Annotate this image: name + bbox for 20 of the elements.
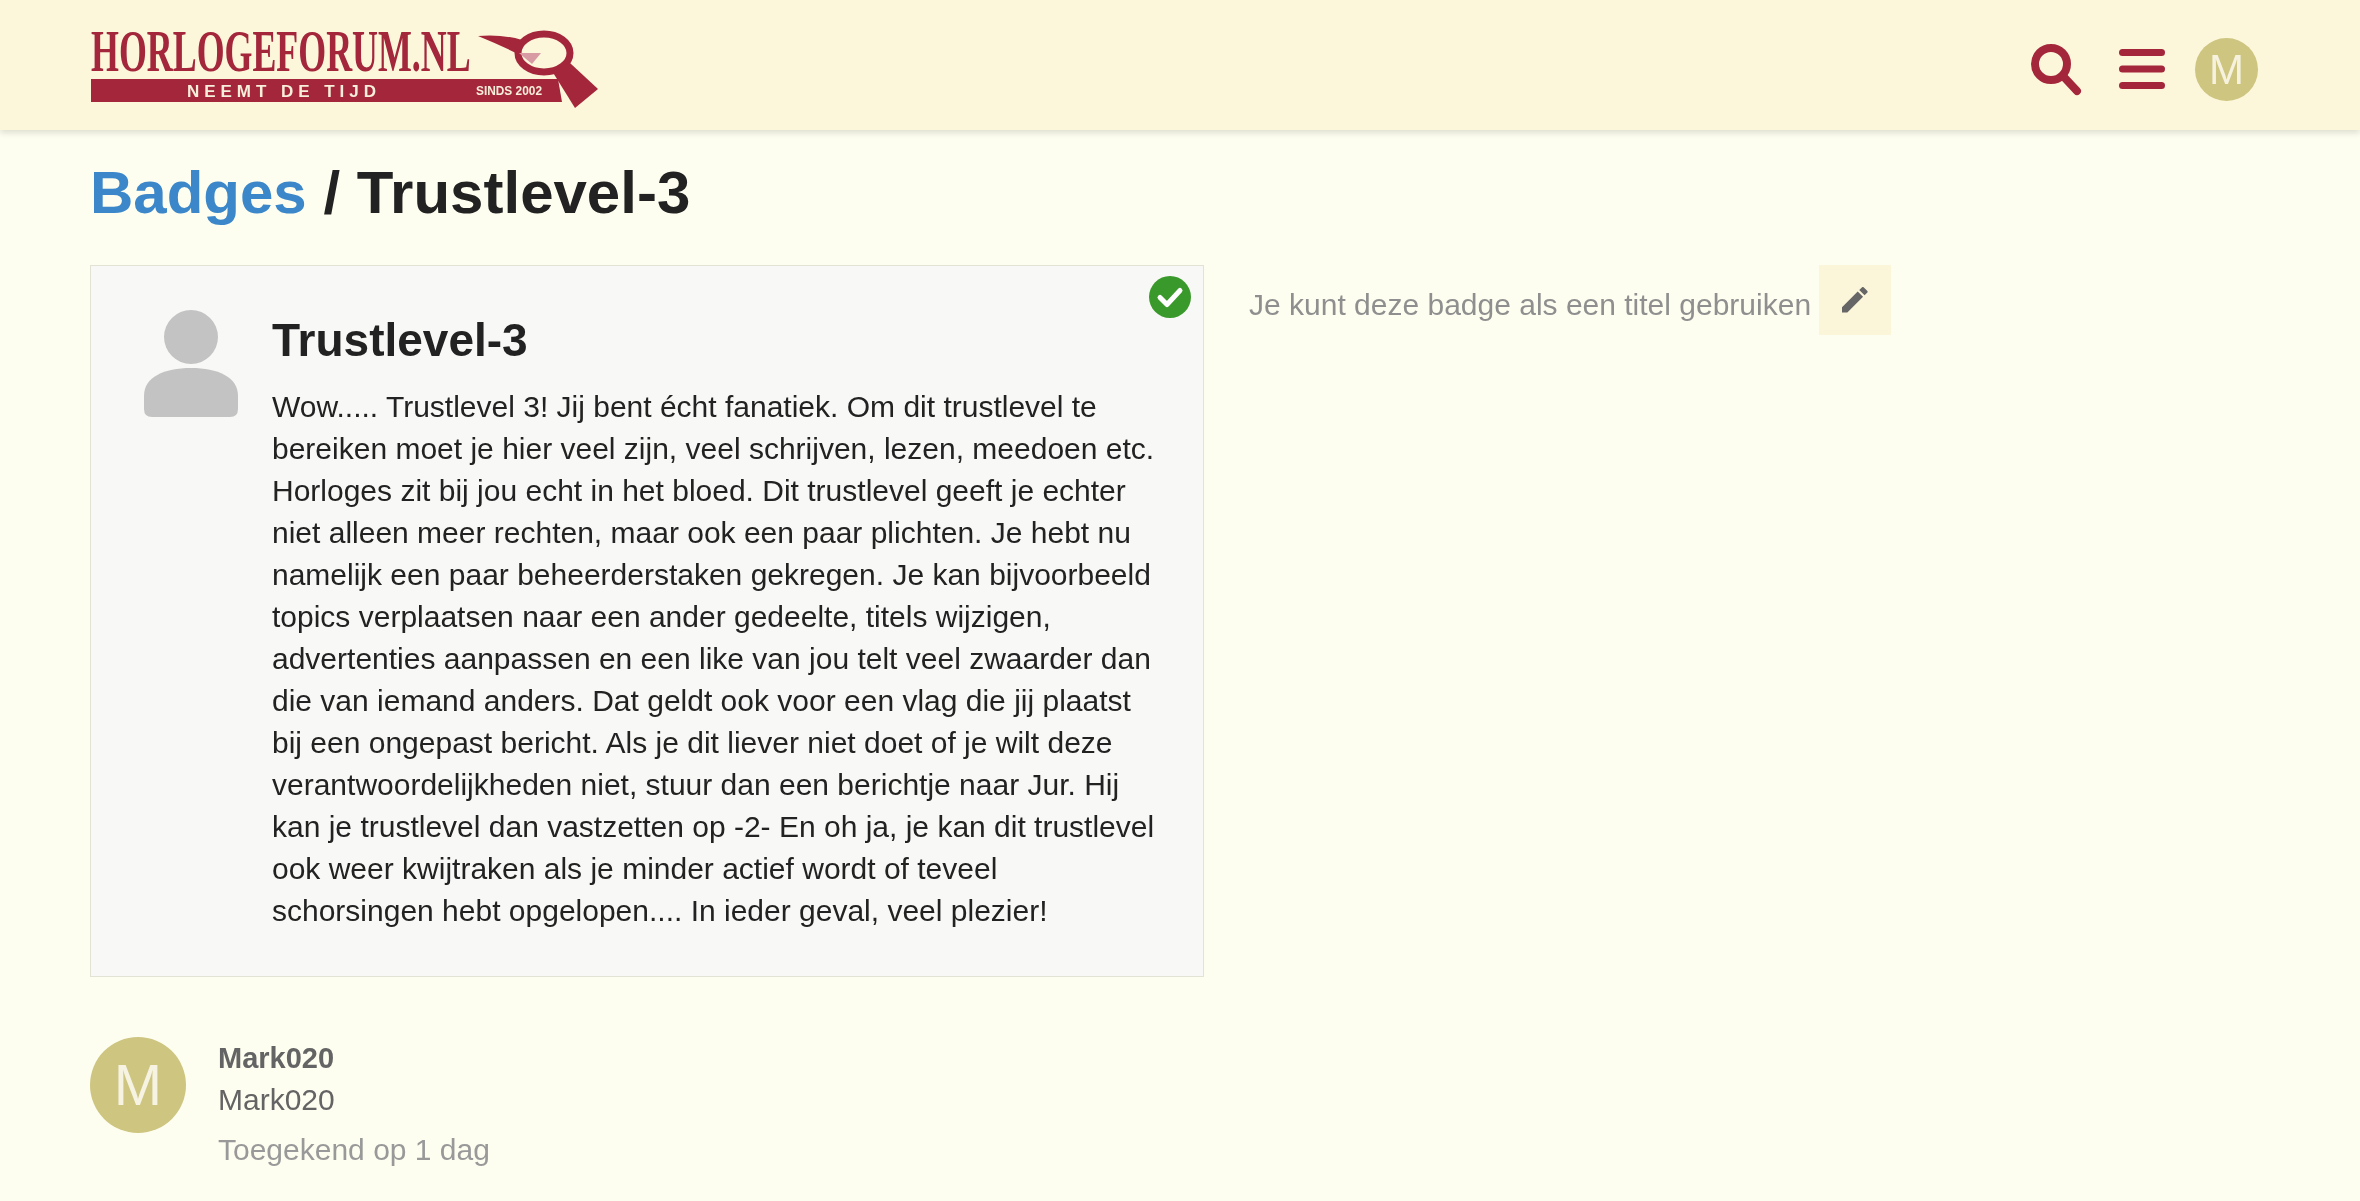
menu-button[interactable] [2119, 49, 2165, 89]
title-hint-text: Je kunt deze badge als een titel gebruiken [1249, 288, 1812, 322]
pencil-icon [1842, 287, 1869, 313]
search-button[interactable] [2030, 42, 2082, 96]
badge-title: Trustlevel-3 [272, 313, 529, 368]
edit-title-button[interactable] [1819, 265, 1892, 335]
logo-tagline: NEEMT DE TIJD [187, 82, 376, 101]
search-icon [2030, 42, 2082, 96]
logo-wordmark: HORLOGEFORUM.NL [91, 17, 471, 85]
menu-icon [2119, 49, 2165, 89]
badges-link[interactable]: Badges [90, 159, 307, 226]
breadcrumb-separator: / [323, 159, 341, 226]
page-title: Trustlevel-3 [356, 159, 691, 226]
magnifier-logo-icon [478, 30, 598, 108]
granted-time: Toegekend op 1 dag [218, 1132, 490, 1168]
user-full-name: Mark020 [218, 1082, 335, 1118]
badge-description: Wow..... Trustlevel 3! Jij bent écht fanatiek. Om dit trustlevel te bereiken moet je hier veel zijn, veel schrijven, lezen, meedoen etc. Horloges zit bij jou echt in het bloed. Dit trustlevel geeft je echter niet alleen meer rechten, maar ook een paar plichten. Je hebt nu namelijk een paar beheerderstaken gekregen. Je kan bijvoorbeeld topics verplaatsen naar een ander gedeelte, titels wijzigen, advertenties aanpassen en een like van jou telt veel zwaarder dan die van iemand anders. Dat geldt ook voor een vlag die jij plaatst bij een ongepast bericht. Als je dit liever niet doet of je wilt deze verantwoordelijkheden niet, stuur dan een berichtje naar Jur. Hij kan je trustlevel dan vastzetten op -2- En oh ja, je kan dit trustlevel ook weer kwijtraken als je minder actief wordt of teveel schorsingen hebt opgelopen.... In ieder geval, veel plezier! [272, 389, 1156, 929]
username-link[interactable]: Mark020 [218, 1037, 335, 1079]
logo-since: SINDS 2002 [476, 84, 546, 98]
person-icon [144, 310, 238, 417]
